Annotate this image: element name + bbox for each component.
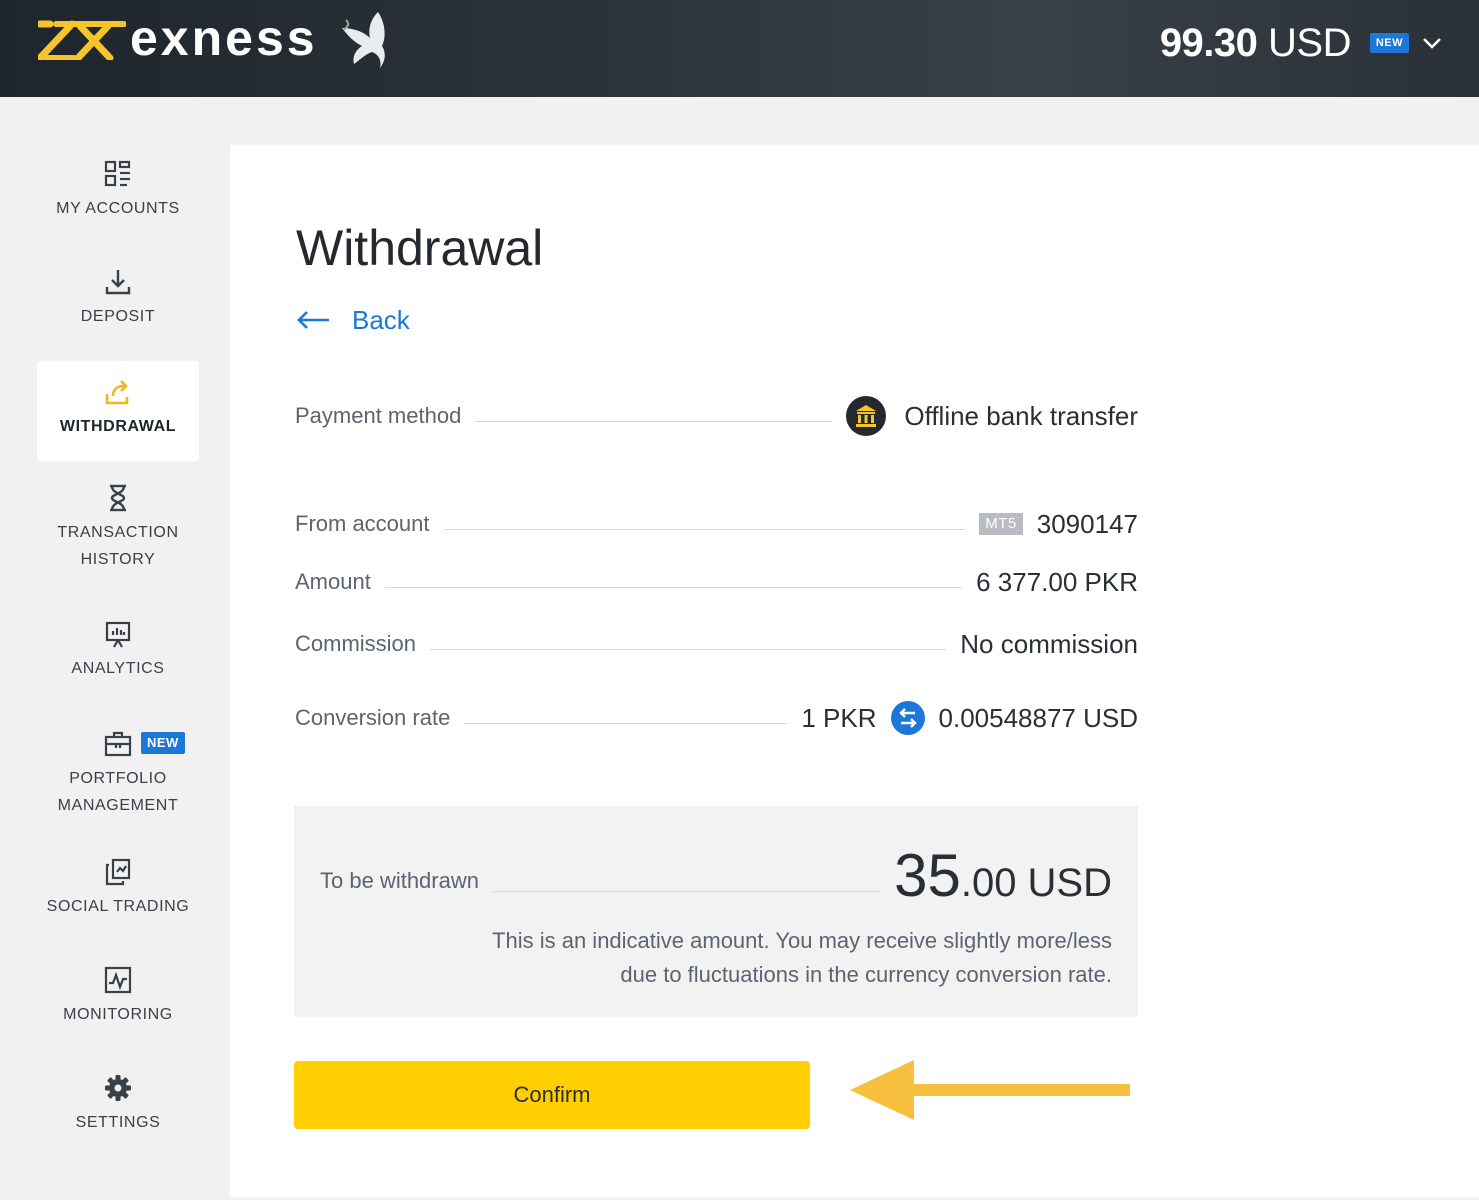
amount-value: 6 377.00 PKR [976, 566, 1138, 597]
bank-icon [846, 396, 887, 436]
copy-icon [105, 858, 131, 886]
leader-line [384, 586, 963, 588]
mt5-badge: MT5 [979, 513, 1023, 535]
commission-value: No commission [960, 628, 1138, 659]
commission-label: Commission [295, 631, 417, 656]
sidebar-item-portfolio-management[interactable]: NEW PORTFOLIO MANAGEMENT [37, 729, 199, 819]
briefcase-icon [104, 731, 132, 757]
back-link[interactable]: Back [296, 302, 410, 338]
to-be-withdrawn-label: To be withdrawn [320, 868, 479, 893]
sidebar-item-transaction-history[interactable]: TRANSACTION HISTORY [37, 483, 199, 573]
leader-line [492, 891, 881, 892]
new-badge: NEW [141, 732, 185, 754]
leader-line [443, 528, 966, 530]
note-line: due to fluctuations in the currency conv… [620, 962, 1112, 987]
from-account-row: From account MT5 3090147 [295, 504, 1138, 544]
sidebar-item-social-trading[interactable]: SOCIAL TRADING [37, 857, 199, 920]
sidebar-item-label: SOCIAL TRADING [46, 898, 190, 915]
upload-share-icon [105, 380, 129, 405]
pointer-arrow-icon [850, 1060, 1130, 1120]
top-header: exness 99.30 USD NEW [0, 0, 1479, 97]
balance-amount: 99.30 [1159, 21, 1258, 65]
download-icon [105, 270, 131, 295]
pulse-chart-icon [104, 966, 132, 994]
leader-line [430, 648, 947, 650]
amount-whole: 35 [894, 842, 961, 909]
sidebar-item-label: ANALYTICS [71, 660, 165, 677]
sidebar-item-label: SETTINGS [75, 1114, 161, 1131]
payment-method-row: Payment method Offline bank transfer [295, 396, 1138, 436]
exness-logo-icon[interactable] [38, 20, 126, 60]
conversion-rate-row: Conversion rate 1 PKR 0.00548877 USD [295, 698, 1138, 738]
sidebar-item-deposit[interactable]: DEPOSIT [37, 267, 199, 330]
note-line: This is an indicative amount. You may re… [492, 928, 1112, 953]
from-account-label: From account [295, 511, 430, 536]
leader-line [475, 420, 833, 422]
conversion-to-value: 0.00548877 USD [938, 702, 1138, 733]
sidebar-item-settings[interactable]: SETTINGS [37, 1073, 199, 1136]
sidebar-nav: MY ACCOUNTS DEPOSIT WITHDRAWAL TRANSACTI… [0, 97, 230, 1200]
swap-arrows-icon [890, 701, 925, 735]
dove-icon [342, 12, 385, 68]
page-title: Withdrawal [296, 220, 544, 276]
sidebar-item-monitoring[interactable]: MONITORING [37, 965, 199, 1028]
hourglass-icon [110, 484, 126, 512]
leader-line [464, 722, 788, 724]
sidebar-item-label: WITHDRAWAL [59, 418, 177, 435]
sidebar-item-label: TRANSACTION HISTORY [57, 524, 179, 568]
amount-row: Amount 6 377.00 PKR [295, 562, 1138, 602]
amount-fraction: .00 USD [960, 861, 1112, 905]
confirm-button[interactable]: Confirm [294, 1061, 810, 1129]
withdrawal-card [230, 145, 1479, 1197]
chevron-down-icon[interactable] [1421, 34, 1443, 52]
payment-method-value: Offline bank transfer [904, 400, 1138, 431]
balance-currency: USD [1257, 21, 1351, 65]
presentation-chart-icon [105, 621, 131, 648]
from-account-value: 3090147 [1036, 508, 1138, 539]
conversion-rate-label: Conversion rate [295, 705, 451, 730]
sidebar-item-withdrawal[interactable]: WITHDRAWAL [37, 361, 199, 461]
sidebar-item-label: PORTFOLIO MANAGEMENT [57, 770, 179, 814]
payment-method-label: Payment method [295, 403, 462, 428]
grid-icon [104, 160, 131, 187]
gear-icon [105, 1075, 131, 1101]
sidebar-item-my-accounts[interactable]: MY ACCOUNTS [37, 159, 199, 222]
back-label: Back [352, 304, 410, 335]
brand-name: exness [130, 10, 318, 66]
conversion-from-value: 1 PKR [801, 702, 877, 733]
sidebar-item-label: MY ACCOUNTS [56, 200, 180, 217]
amount-label: Amount [295, 569, 371, 594]
sidebar-item-label: MONITORING [63, 1006, 173, 1023]
commission-row: Commission No commission [295, 624, 1138, 664]
arrow-left-icon [297, 311, 329, 329]
sidebar-item-analytics[interactable]: ANALYTICS [37, 619, 199, 682]
new-badge: NEW [1369, 33, 1409, 53]
withdrawal-summary-box: To be withdrawn 35.00 USD This is an ind… [294, 806, 1138, 1017]
sidebar-item-label: DEPOSIT [80, 308, 156, 325]
indicative-amount-note: This is an indicative amount. You may re… [352, 924, 1112, 992]
to-be-withdrawn-row: To be withdrawn 35.00 USD [320, 836, 1112, 906]
account-balance[interactable]: 99.30 USD [1159, 18, 1352, 68]
to-be-withdrawn-value: 35.00 USD [894, 846, 1112, 906]
